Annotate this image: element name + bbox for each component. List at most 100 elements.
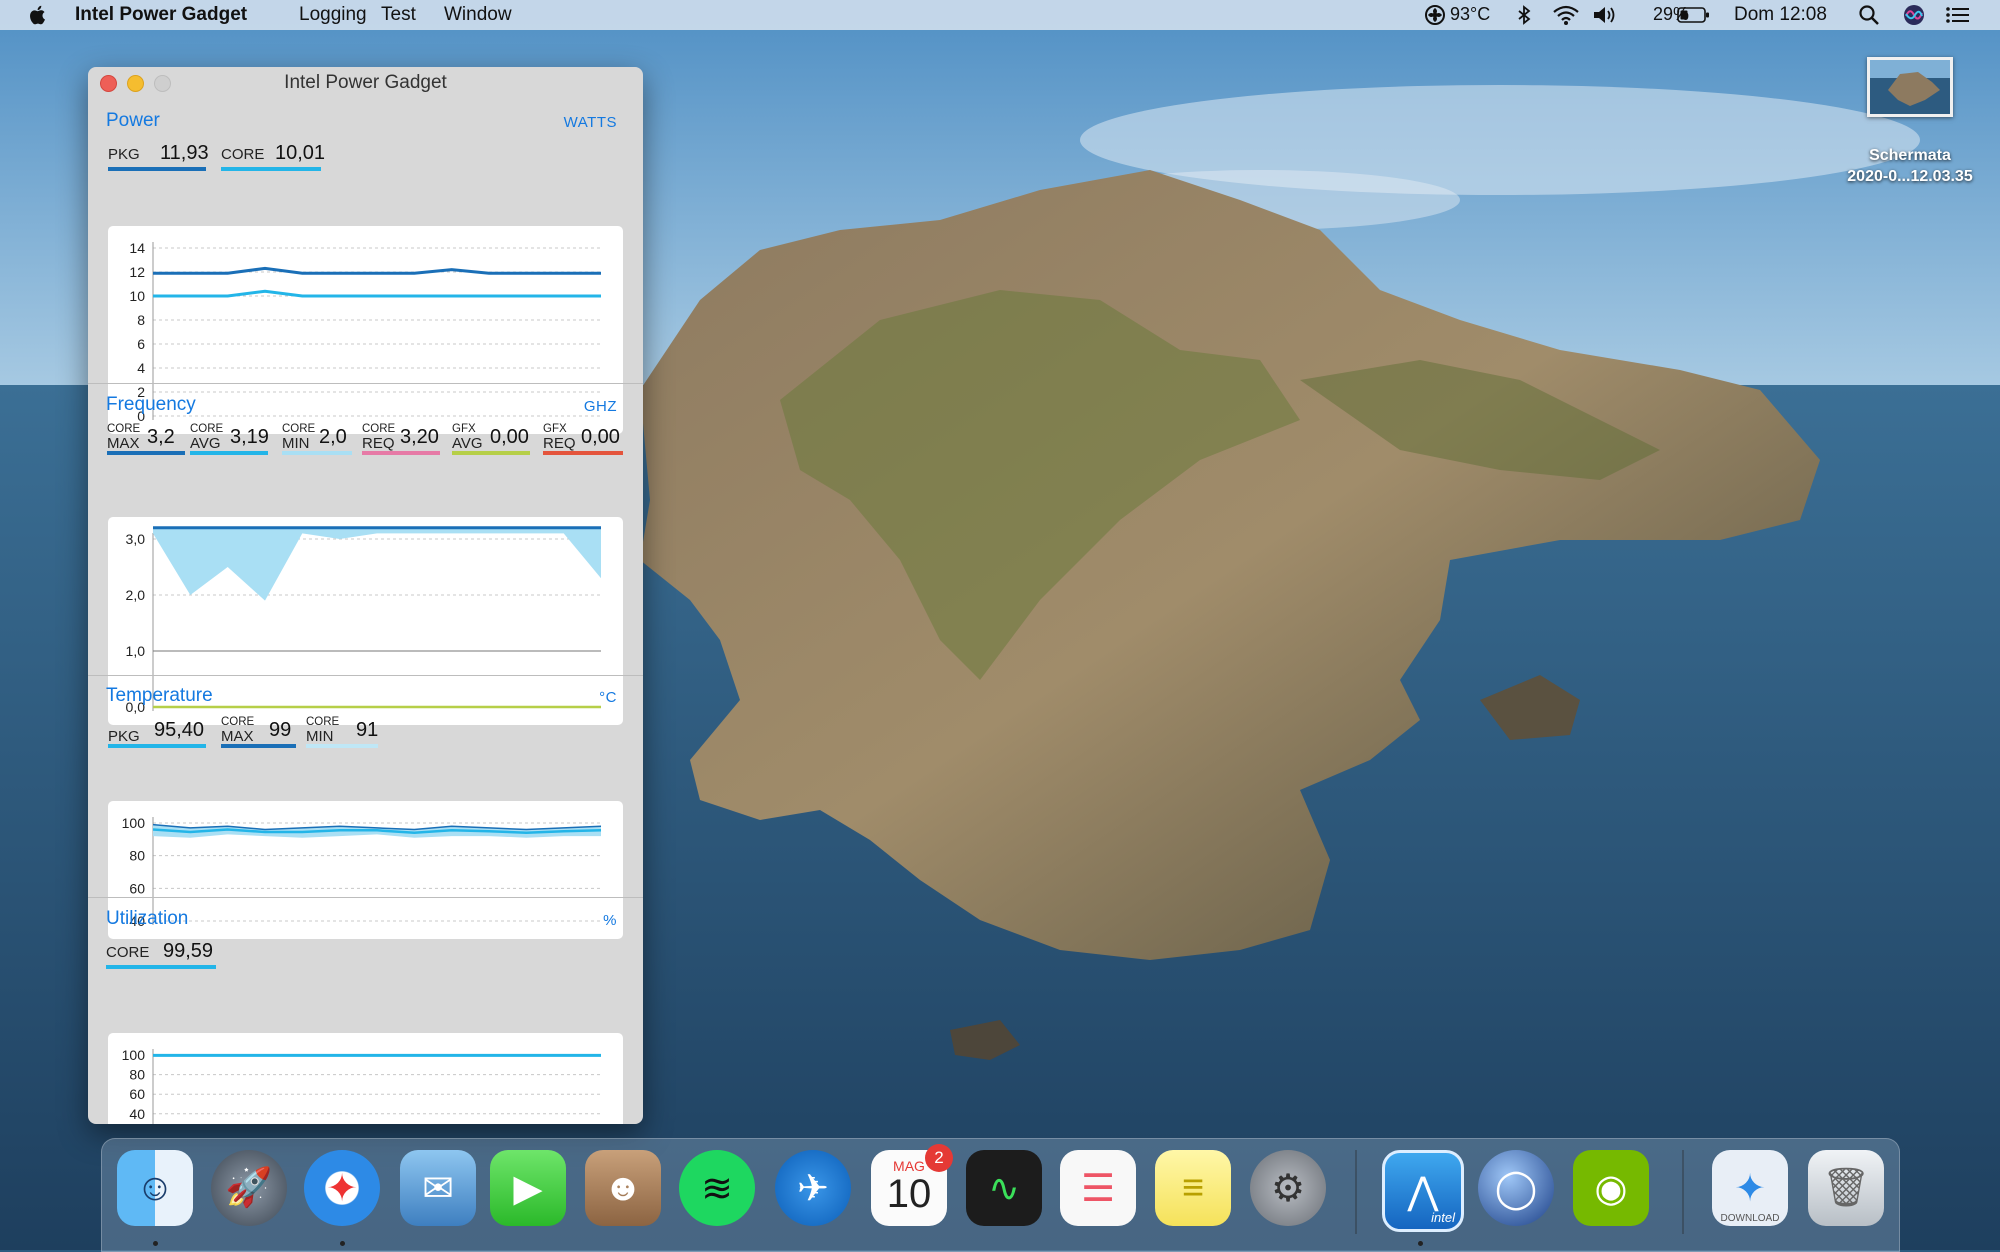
metric-label-main: AVG xyxy=(452,435,483,452)
metric-color-bar xyxy=(362,451,440,455)
utilization-section: Utilization % CORE 99,59 100806040200 xyxy=(88,901,643,1124)
metric-color-bar xyxy=(221,744,296,748)
dock-intel-power-gadget-icon[interactable]: ⋀ intel xyxy=(1382,1150,1464,1232)
utilization-core-metric: CORE 99,59 xyxy=(106,935,216,969)
dock-finder-icon[interactable]: ☺ xyxy=(117,1150,193,1226)
metric-value: 0,00 xyxy=(490,426,529,448)
dock-reminders-icon[interactable]: ☰ xyxy=(1060,1150,1136,1226)
metric-value: 95,40 xyxy=(154,719,205,741)
dock-separator xyxy=(1355,1150,1357,1234)
fan-icon[interactable] xyxy=(1424,4,1446,26)
series-core-line xyxy=(153,289,601,298)
y-tick-label: 6 xyxy=(137,336,145,352)
utilization-unit: % xyxy=(603,912,617,929)
dock-separator xyxy=(1682,1150,1684,1234)
menu-test[interactable]: Test xyxy=(381,4,416,26)
utilization-title: Utilization xyxy=(106,908,189,929)
battery-icon[interactable] xyxy=(1677,4,1711,26)
metric-label-main: MIN xyxy=(282,435,310,452)
metric-2: CORE MIN 2,0 xyxy=(282,421,352,455)
dock-launchpad-icon[interactable]: 🚀 xyxy=(211,1150,287,1226)
window-titlebar[interactable]: Intel Power Gadget xyxy=(88,67,643,99)
dock-system-preferences-icon[interactable]: ⚙ xyxy=(1250,1150,1326,1226)
y-tick-label: 2,0 xyxy=(126,587,146,603)
dock-calendar-icon[interactable]: MAG 10 2 xyxy=(871,1144,953,1226)
power-section: Power WATTS PKG 11,93 CORE 10,01 14 12 10 8… xyxy=(88,99,643,434)
dock-glyph: ∿ xyxy=(988,1167,1020,1210)
notification-center-icon[interactable] xyxy=(1945,4,1971,26)
metric-label-main: AVG xyxy=(190,435,221,452)
dock-spotify-icon[interactable]: ≋ xyxy=(679,1150,755,1226)
running-indicator xyxy=(153,1241,158,1246)
dock-download-icon[interactable]: ✦ DOWNLOAD xyxy=(1712,1150,1788,1226)
metric-color-bar xyxy=(107,451,185,455)
metric-color-bar xyxy=(106,965,216,969)
metric-value: 99 xyxy=(269,719,292,741)
metric-label: CORE xyxy=(106,944,150,961)
siri-icon[interactable] xyxy=(1903,4,1925,26)
metric-color-bar xyxy=(282,451,352,455)
window-title: Intel Power Gadget xyxy=(284,72,447,93)
y-tick-label: 12 xyxy=(129,264,145,280)
y-tick-label: 100 xyxy=(122,815,146,831)
dock-glyph: ⋀ xyxy=(1407,1170,1439,1213)
dock-contacts-icon[interactable]: ☻ xyxy=(585,1150,661,1226)
metric-2: CORE MIN 91 xyxy=(306,714,378,748)
menu-window[interactable]: Window xyxy=(444,4,512,26)
apple-icon[interactable] xyxy=(26,3,50,27)
dock-trash-icon[interactable]: 🗑 xyxy=(1808,1150,1884,1226)
y-tick-label: 3,0 xyxy=(126,531,146,547)
frequency-section: Frequency GHZ CORE MAX 3,2 CORE AVG 3,19 CORE M… xyxy=(88,387,643,725)
metric-label: PKG xyxy=(108,729,140,744)
dock-notes-icon[interactable]: ≡ xyxy=(1155,1150,1231,1226)
utilization-chart: 100806040200 xyxy=(108,1033,623,1124)
metric-label: CORE MAX xyxy=(221,716,254,744)
metric-value: 3,20 xyxy=(400,426,439,448)
bluetooth-icon[interactable] xyxy=(1513,4,1535,26)
desktop-screenshot-file[interactable]: Schermata 2020-0...12.03.35 xyxy=(1830,57,1990,187)
metric-label-main: MAX xyxy=(221,728,254,745)
volume-icon[interactable] xyxy=(1592,4,1618,26)
spotlight-search-icon[interactable] xyxy=(1858,4,1880,26)
menubar-clock[interactable]: Dom 12:08 xyxy=(1734,4,1827,26)
metric-label-main: MIN xyxy=(306,728,334,745)
dock-glyph: ⚙ xyxy=(1270,1167,1306,1210)
dock-safari-icon[interactable]: ✦ xyxy=(304,1150,380,1226)
menu-logging[interactable]: Logging xyxy=(299,4,367,26)
dock-facetime-icon[interactable]: ▶ xyxy=(490,1150,566,1226)
dock-activity-monitor-icon[interactable]: ∿ xyxy=(966,1150,1042,1226)
dock-openoffice-icon[interactable]: ✈ xyxy=(775,1150,851,1226)
y-tick-label: 100 xyxy=(122,1047,146,1063)
y-tick-label: 80 xyxy=(129,1067,145,1083)
metric-label: PKG xyxy=(108,146,140,163)
metric-label: CORE MIN xyxy=(306,716,339,744)
dock-glyph: ✉ xyxy=(422,1167,454,1210)
cpu-temperature-status[interactable]: 93°C xyxy=(1450,4,1490,25)
metric-1: CORE AVG 3,19 xyxy=(190,421,269,455)
metric-0: PKG 95,40 xyxy=(108,714,206,748)
power-title: Power xyxy=(106,110,160,131)
metric-label-main: MAX xyxy=(107,435,140,452)
dock-nvidia-icon[interactable]: ◉ xyxy=(1573,1150,1649,1226)
thumbnail-image-icon xyxy=(1870,60,1950,106)
dock-glyph: 🚀 xyxy=(225,1167,273,1209)
download-label: DOWNLOAD xyxy=(1720,1213,1780,1224)
y-tick-label: 80 xyxy=(129,848,145,864)
section-divider xyxy=(88,383,643,384)
metric-value: 91 xyxy=(356,719,379,741)
dock-mail-icon[interactable]: ✉ xyxy=(400,1150,476,1226)
dock-glyph: ☰ xyxy=(1080,1167,1116,1210)
metric-color-bar xyxy=(543,451,623,455)
metric-label: GFX REQ xyxy=(543,423,576,451)
wifi-icon[interactable] xyxy=(1552,4,1580,26)
metric-value: 3,2 xyxy=(147,426,175,448)
y-tick-label: 40 xyxy=(129,1106,145,1122)
y-tick-label: 60 xyxy=(129,1086,145,1102)
metric-value: 2,0 xyxy=(319,426,347,448)
frequency-unit: GHZ xyxy=(583,398,617,415)
dock-cinema-4d-icon[interactable]: ◯ xyxy=(1478,1150,1554,1226)
metric-label: CORE MIN xyxy=(282,423,315,451)
metric-0: CORE MAX 3,2 xyxy=(107,421,185,455)
power-core-metric: CORE 10,01 xyxy=(221,137,325,171)
app-menu-title[interactable]: Intel Power Gadget xyxy=(75,4,247,26)
